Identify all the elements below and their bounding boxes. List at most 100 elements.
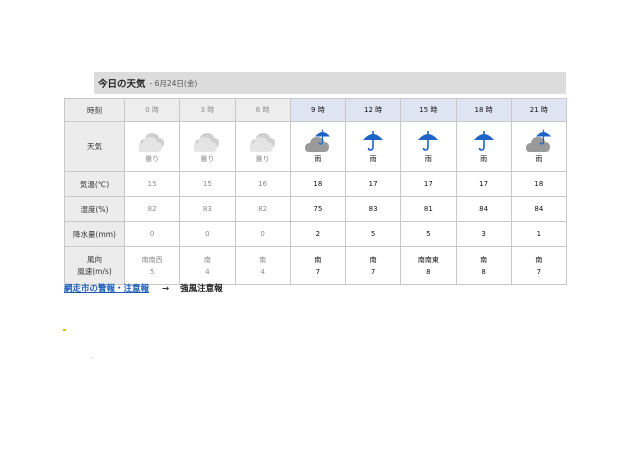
wind-cell: 南8: [455, 246, 512, 285]
wind-cell: 南南東 8: [400, 246, 457, 285]
precipitation-cell: 5: [344, 221, 402, 247]
weather-label: 雨: [480, 155, 488, 163]
weather-cell: 雨: [344, 121, 402, 172]
time-cell: 12 時: [344, 98, 402, 122]
precipitation-cell: 5: [400, 221, 457, 247]
humidity-cell: 75: [289, 196, 347, 222]
warning-status: 強風注意報: [180, 284, 223, 294]
temperature-cell: 18: [289, 171, 347, 197]
humidity-cell: 82: [123, 196, 181, 222]
cloud-icon: [139, 133, 165, 152]
weather-label: 曇り: [200, 155, 215, 163]
weather-cell: 雨: [510, 121, 568, 172]
weather-cell: 雨: [400, 121, 457, 172]
wind-row-label: 風向 風速(m/s): [64, 246, 125, 285]
wind-speed: 7: [370, 267, 376, 276]
wind-direction: 南: [203, 255, 211, 264]
humidity-cell: 83: [344, 196, 402, 222]
temperature-cell: 17: [344, 171, 402, 197]
time-cell: 15 時: [400, 98, 457, 122]
forecast-title-bar: 今日の天気 - 6月24日(金): [94, 72, 566, 94]
weather-cell: 雨: [289, 121, 347, 172]
temperature-cell: 15: [179, 171, 236, 197]
arrow-right-icon: →: [161, 284, 170, 294]
weather-label: 雨: [314, 155, 322, 163]
time-cell: 0 時: [123, 98, 181, 122]
humidity-cell: 84: [510, 196, 568, 222]
temperature-cell: 18: [510, 171, 568, 197]
humidity-cell: 83: [179, 196, 236, 222]
weather-cell: 雨: [455, 121, 512, 172]
wind-speed: 7: [315, 267, 321, 276]
wind-direction: 南南西: [141, 255, 163, 264]
humidity-cell: 81: [400, 196, 457, 222]
wind-cell: 南4: [234, 246, 291, 285]
wind-speed: 4: [260, 267, 265, 276]
humidity-cell: 82: [234, 196, 291, 222]
weather-cell: 曇り: [179, 121, 236, 172]
forecast-title: 今日の天気: [98, 79, 146, 90]
wind-direction: 南南東: [417, 255, 439, 264]
wind-speed: 7: [536, 267, 542, 276]
precipitation-cell: 2: [289, 221, 347, 247]
umbrella-icon: [418, 131, 439, 151]
time-cell: 18 時: [455, 98, 512, 122]
wind-cell: 南南西 5: [123, 246, 181, 285]
weather-cell: 曇り: [234, 121, 291, 172]
wind-cell: 南7: [344, 246, 402, 285]
cloud-icon: [194, 133, 220, 152]
temperature-row: 気温(℃) 15 15 16 18 17 17 17 18: [64, 171, 568, 197]
precipitation-cell: 0: [123, 221, 181, 247]
time-cell: 9 時: [289, 98, 347, 122]
temperature-cell: 16: [234, 171, 291, 197]
wind-direction: 南: [314, 255, 322, 264]
weather-label: 雨: [369, 155, 377, 163]
precipitation-cell: 1: [510, 221, 568, 247]
wind-direction: 南: [369, 255, 377, 264]
weather-label: 曇り: [255, 155, 270, 163]
temperature-row-label: 気温(℃): [64, 171, 125, 197]
wind-cell: 南7: [289, 246, 347, 285]
marker-dot-small: [92, 357, 93, 358]
warnings-advisories-link[interactable]: 網走市の警報・注意報: [64, 284, 149, 294]
wind-speed: 8: [481, 267, 486, 276]
time-cell: 3 時: [179, 98, 236, 122]
precipitation-row-label: 降水量(mm): [64, 221, 125, 247]
warning-line: 網走市の警報・注意報 → 強風注意報: [64, 282, 223, 294]
precipitation-cell: 0: [234, 221, 291, 247]
wind-cell: 南4: [179, 246, 236, 285]
cloud-umbrella-icon: [304, 129, 330, 152]
wind-speed: 4: [205, 267, 210, 276]
cloud-icon: [249, 133, 275, 152]
umbrella-icon: [473, 131, 494, 151]
time-cell: 21 時: [510, 98, 568, 122]
precipitation-cell: 3: [455, 221, 512, 247]
weather-label: 雨: [424, 155, 432, 163]
weather-label: 雨: [535, 155, 543, 163]
hourly-forecast-table: 時刻 0 時3 時6 時9 時 12 時 15 時 18 時 21 時 天気 曇り 曇り 曇…: [64, 98, 568, 285]
umbrella-icon: [363, 131, 384, 151]
precipitation-row: 降水量(mm) 00025531: [64, 221, 568, 247]
wind-speed: 8: [426, 267, 431, 276]
wind-direction: 南: [259, 255, 267, 264]
time-row-label: 時刻: [64, 98, 125, 122]
forecast-date: - 6月24日(金): [149, 78, 198, 88]
time-cell: 6 時: [234, 98, 291, 122]
wind-row: 風向 風速(m/s) 南南西 5 南 4 南 4 南 7 南 7 南南東 8 南 8 南 7: [64, 246, 568, 285]
cloud-umbrella-icon: [525, 129, 551, 152]
weather-row: 天気 曇り 曇り 曇り 雨 雨 雨 雨 雨: [64, 121, 568, 172]
humidity-row-label: 湿度(%): [64, 196, 125, 222]
temperature-cell: 17: [455, 171, 512, 197]
time-row: 時刻 0 時3 時6 時9 時 12 時 15 時 18 時 21 時: [64, 98, 568, 122]
wind-direction-label: 風向: [87, 254, 102, 264]
wind-speed-label: 風速(m/s): [77, 266, 112, 276]
weather-cell: 曇り: [123, 121, 181, 172]
humidity-row: 湿度(%) 82 83 82 75 83 81 84 84: [64, 196, 568, 222]
wind-direction: 南: [480, 255, 488, 264]
weather-label: 曇り: [145, 155, 160, 163]
wind-direction: 南: [535, 255, 543, 264]
wind-cell: 南7: [510, 246, 568, 285]
wind-speed: 5: [149, 267, 155, 276]
weather-row-label: 天気: [64, 121, 125, 172]
temperature-cell: 17: [400, 171, 457, 197]
